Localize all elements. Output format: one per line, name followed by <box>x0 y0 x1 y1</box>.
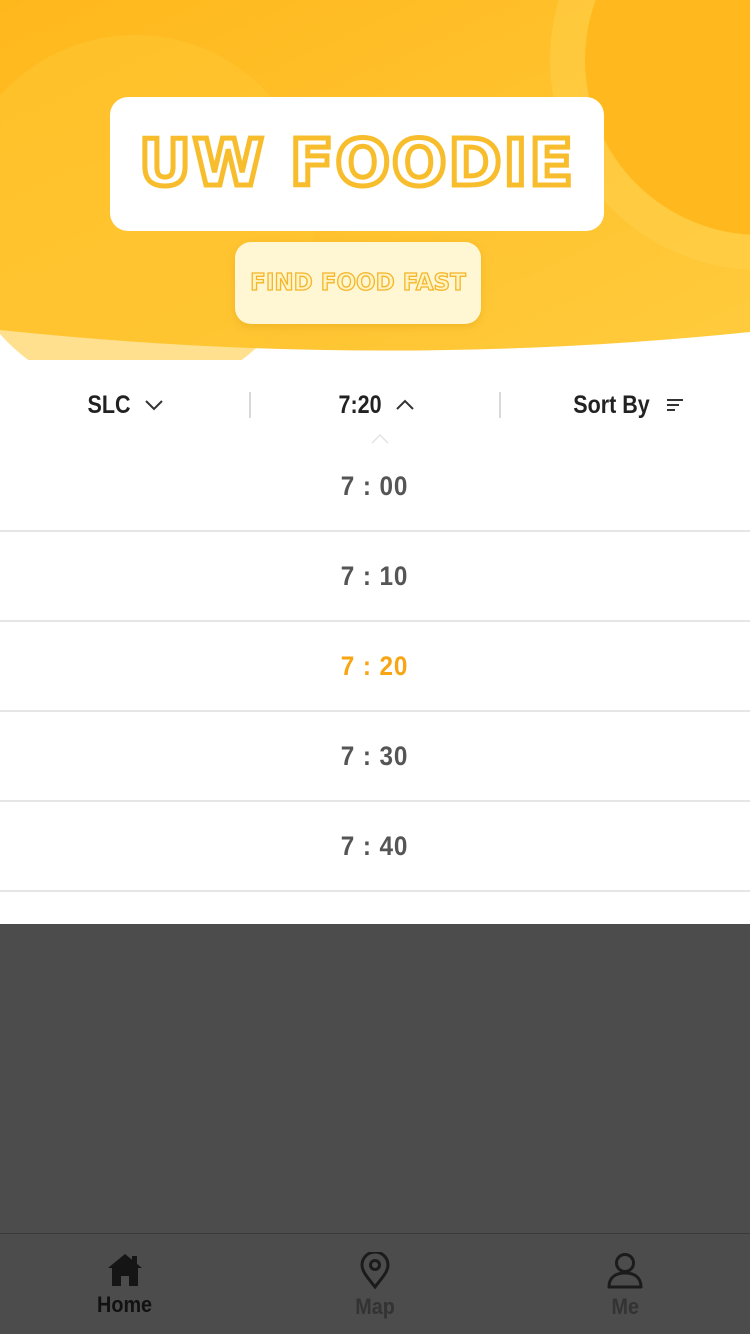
time-option[interactable]: 7 : 30 <box>0 712 750 802</box>
home-icon <box>108 1254 142 1286</box>
sort-lines-icon <box>667 399 684 411</box>
time-option[interactable]: 7 : 10 <box>0 532 750 622</box>
header-banner: UW FOODIE FIND FOOD FAST <box>0 0 750 360</box>
sort-filter[interactable]: Sort By <box>501 372 750 438</box>
location-filter[interactable]: SLC <box>0 372 249 438</box>
chevron-down-icon <box>145 400 164 411</box>
tab-map[interactable]: Map <box>250 1234 500 1334</box>
tab-me-label: Me <box>611 1294 639 1319</box>
time-option[interactable]: 7 : 00 <box>0 442 750 532</box>
time-filter[interactable]: 7:20 <box>251 372 500 438</box>
time-option-label: 7 : 10 <box>341 560 409 591</box>
time-option-label: 7 : 00 <box>341 470 409 501</box>
app-title: UW FOODIE <box>136 125 576 204</box>
time-dropdown: 7 : 00 7 : 10 7 : 20 7 : 30 7 : 40 <box>0 432 750 924</box>
tab-home[interactable]: Home <box>0 1234 250 1334</box>
tagline-button[interactable]: FIND FOOD FAST <box>235 242 481 324</box>
tab-home-label: Home <box>97 1292 153 1317</box>
time-filter-label: 7:20 <box>338 390 382 419</box>
time-option-selected[interactable]: 7 : 20 <box>0 622 750 712</box>
title-card: UW FOODIE <box>110 97 604 231</box>
filter-bar: SLC 7:20 Sort By <box>0 372 750 438</box>
user-icon <box>607 1253 643 1289</box>
bottom-tab-bar: Home Map Me <box>0 1233 750 1334</box>
time-option[interactable]: 7 : 40 <box>0 802 750 892</box>
tagline-text: FIND FOOD FAST <box>250 269 467 296</box>
tab-map-label: Map <box>355 1294 395 1319</box>
tab-me[interactable]: Me <box>500 1234 750 1334</box>
dropdown-overlay-mask[interactable] <box>0 924 750 1234</box>
time-option-label: 7 : 40 <box>341 830 409 861</box>
time-option-label: 7 : 20 <box>341 650 409 681</box>
time-option-label: 7 : 30 <box>341 740 409 771</box>
location-filter-label: SLC <box>87 390 131 419</box>
time-option-list: 7 : 00 7 : 10 7 : 20 7 : 30 7 : 40 <box>0 442 750 892</box>
map-pin-icon <box>360 1252 390 1290</box>
sort-filter-label: Sort By <box>573 390 650 419</box>
chevron-up-icon <box>396 399 414 410</box>
